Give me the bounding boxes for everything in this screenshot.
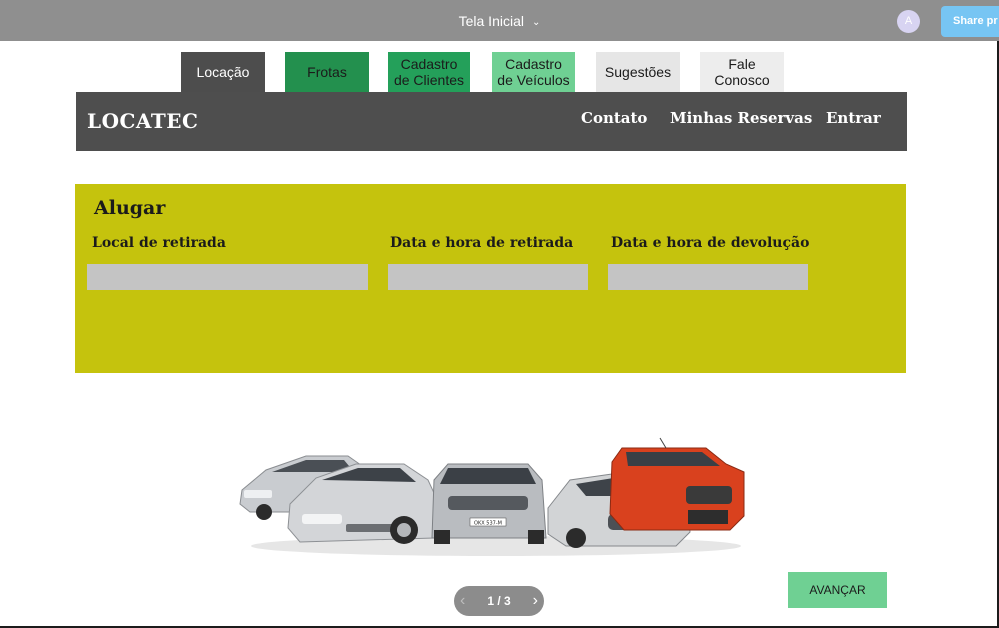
rent-panel: Alugar Local de retirada Data e hora de … (75, 184, 906, 373)
logo[interactable]: LOCATEC (87, 109, 198, 133)
chevron-right-icon[interactable]: › (533, 586, 538, 616)
tab-label: Locação (196, 64, 250, 80)
pickup-location-input[interactable] (87, 264, 368, 290)
site-header: LOCATEC Contato Minhas Reservas Entrar (76, 92, 907, 151)
tab-label: Frotas (307, 64, 347, 80)
tab-locacao[interactable]: Locação (181, 52, 265, 92)
tab-label: Sugestões (604, 64, 672, 80)
nav-link-minhas-reservas[interactable]: Minhas Reservas (670, 109, 812, 127)
tab-label: Cadastro de Veículos (497, 56, 570, 88)
advance-button[interactable]: AVANÇAR (788, 572, 887, 608)
car-hatch-front: OKX 537-M (431, 463, 547, 544)
return-datetime-input[interactable] (608, 264, 808, 290)
cars-image: OKX 537-M (236, 434, 748, 560)
top-bar: Tela Inicial ⌄ A Share pr (0, 0, 999, 41)
tab-cadastro-veiculos[interactable]: Cadastro de Veículos (492, 52, 575, 92)
chevron-down-icon: ⌄ (531, 17, 541, 28)
tab-frotas[interactable]: Frotas (285, 52, 369, 92)
nav-link-contato[interactable]: Contato (581, 109, 647, 127)
page-indicator: 1 / 3 (487, 594, 511, 608)
tab-cadastro-clientes[interactable]: Cadastro de Clientes (388, 52, 470, 92)
return-datetime-label: Data e hora de devolução (611, 235, 810, 251)
car-suv-red (609, 437, 745, 531)
license-plate: OKX 537-M (474, 521, 502, 527)
avatar[interactable]: A (897, 10, 920, 33)
pickup-datetime-input[interactable] (388, 264, 588, 290)
pagination: ‹ 1 / 3 › (454, 586, 544, 616)
share-button[interactable]: Share pr (941, 6, 999, 37)
tab-label: Cadastro de Clientes (393, 56, 465, 88)
panel-title: Alugar (94, 197, 166, 219)
screen-selector[interactable]: Tela Inicial ⌄ (0, 0, 999, 41)
tab-fale-conosco[interactable]: Fale Conosco (700, 52, 784, 92)
screen-title: Tela Inicial (458, 13, 524, 29)
tab-sugestoes[interactable]: Sugestões (596, 52, 680, 92)
pickup-location-label: Local de retirada (92, 235, 226, 251)
tab-label: Fale Conosco (714, 56, 770, 88)
pickup-datetime-label: Data e hora de retirada (390, 235, 574, 251)
nav-link-entrar[interactable]: Entrar (826, 109, 881, 127)
